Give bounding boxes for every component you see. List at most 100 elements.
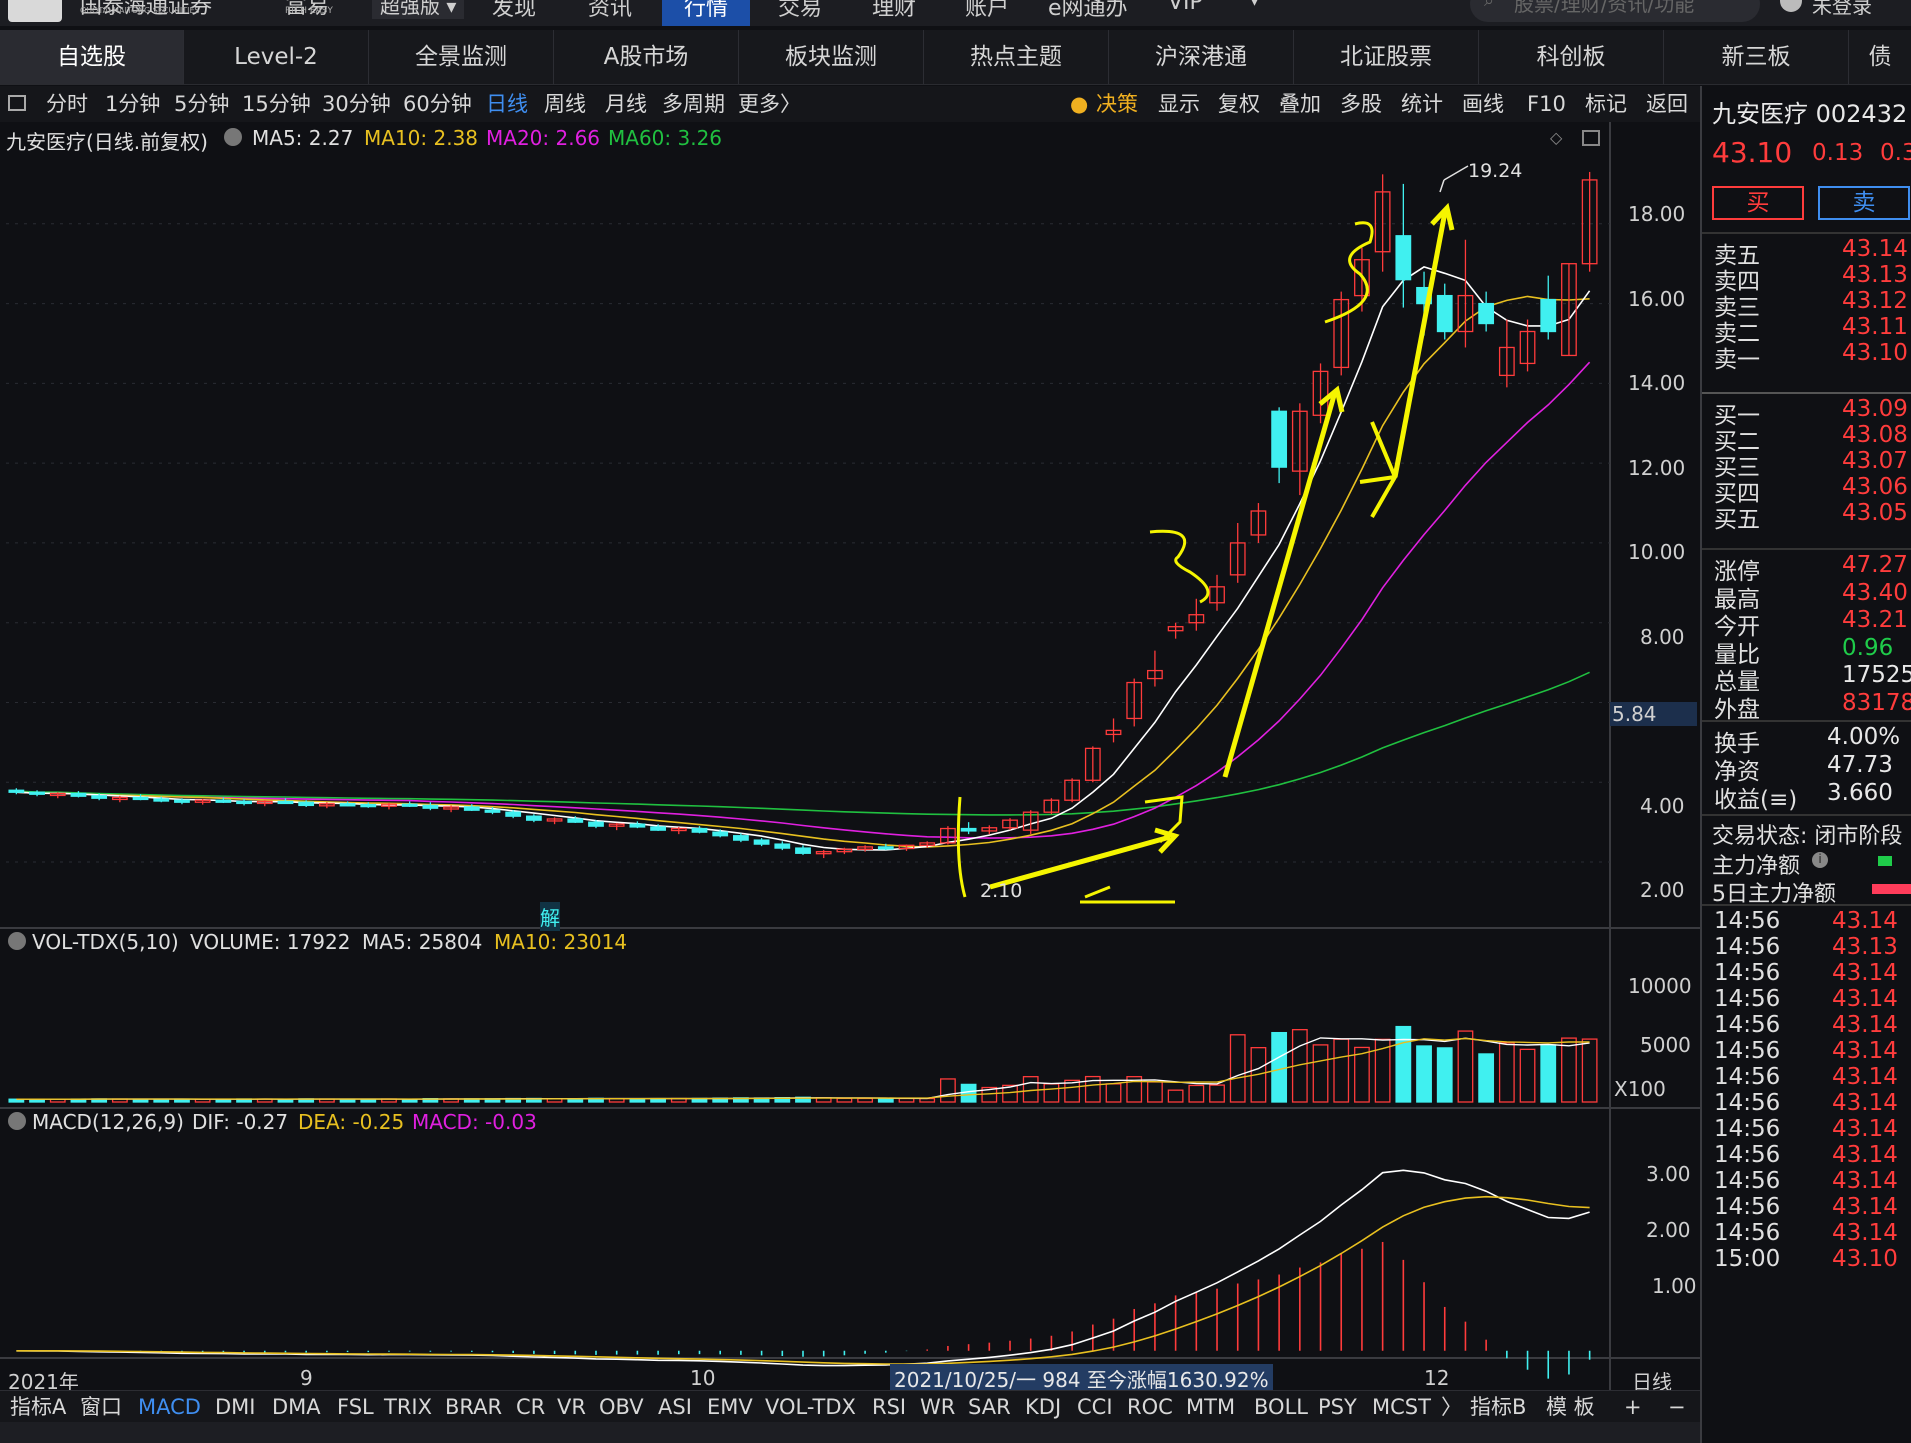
- period-timeshare[interactable]: 分时: [46, 86, 88, 122]
- unlock-marker[interactable]: 解: [540, 902, 560, 931]
- tab-star-market[interactable]: 科创板: [1479, 30, 1664, 84]
- tool-decision[interactable]: 决策: [1096, 86, 1138, 122]
- tool-overlay[interactable]: 叠加: [1279, 86, 1321, 122]
- indicator-dmi[interactable]: DMI: [215, 1391, 255, 1423]
- period-daily[interactable]: 日线: [486, 86, 528, 122]
- period-more[interactable]: 更多〉: [738, 86, 801, 122]
- indicator-dma[interactable]: DMA: [272, 1391, 321, 1423]
- mode-selector[interactable]: 超强版 ▾: [372, 0, 465, 19]
- tick-value: 43.14: [1832, 1090, 1898, 1116]
- tab-sector-monitor[interactable]: 板块监测: [739, 30, 924, 84]
- indicator-mtm[interactable]: MTM: [1186, 1391, 1235, 1423]
- period-15min[interactable]: 15分钟: [242, 86, 311, 122]
- indicator-rsi[interactable]: RSI: [872, 1391, 906, 1423]
- tool-mark[interactable]: 标记: [1585, 86, 1627, 122]
- tool-stats[interactable]: 统计: [1401, 86, 1443, 122]
- panel-toggle-icon[interactable]: [8, 95, 26, 111]
- tool-draw[interactable]: 画线: [1462, 86, 1504, 122]
- tick-label: 14:56: [1714, 1116, 1781, 1142]
- buy-button[interactable]: 买: [1712, 186, 1804, 220]
- nav-account[interactable]: 账户: [965, 0, 1009, 22]
- stat-row: 涨停 47.27: [1702, 552, 1911, 585]
- volume-bar: [1209, 1084, 1225, 1103]
- tick-value: 43.14: [1832, 1064, 1898, 1090]
- tool-display[interactable]: 显示: [1158, 86, 1200, 122]
- nav-more-icon[interactable]: ▾: [1250, 0, 1259, 11]
- candle-body: [960, 827, 977, 832]
- tab-a-shares[interactable]: A股市场: [554, 30, 739, 84]
- settings-icon[interactable]: [224, 128, 242, 146]
- indicator-asi[interactable]: ASI: [658, 1391, 692, 1423]
- indicator-vol-tdx[interactable]: VOL-TDX: [765, 1391, 856, 1423]
- period-30min[interactable]: 30分钟: [322, 86, 391, 122]
- tick-value: 43.14: [1832, 908, 1898, 934]
- kline-chart-svg[interactable]: [0, 122, 1700, 1392]
- indicator-sar[interactable]: SAR: [968, 1391, 1011, 1423]
- diamond-icon[interactable]: ◇: [1550, 128, 1562, 147]
- tick-value: 43.13: [1832, 934, 1898, 960]
- window-toggle-icon[interactable]: [1582, 130, 1600, 146]
- remove-window-button[interactable]: −: [1668, 1391, 1686, 1423]
- indicator-kdj[interactable]: KDJ: [1025, 1391, 1061, 1423]
- indicator-trix[interactable]: TRIX: [384, 1391, 432, 1423]
- template-menu[interactable]: 模 板: [1546, 1391, 1595, 1423]
- tab-level2[interactable]: Level-2: [184, 30, 369, 84]
- tab-bonds[interactable]: 债: [1849, 30, 1911, 84]
- tab-watchlist[interactable]: 自选股: [0, 30, 184, 84]
- tab-panorama[interactable]: 全景监测: [369, 30, 554, 84]
- main-net-5d-bar: [1872, 884, 1911, 894]
- nav-trade[interactable]: 交易: [778, 0, 822, 22]
- kline-chart-area[interactable]: 九安医疗(日线.前复权) MA5: 2.27 MA10: 2.38 MA20: …: [0, 122, 1700, 1394]
- tool-f10[interactable]: F10: [1527, 86, 1566, 122]
- sell-button[interactable]: 卖: [1818, 186, 1910, 220]
- indicator-cr[interactable]: CR: [516, 1391, 545, 1423]
- tab-neeq[interactable]: 新三板: [1664, 30, 1849, 84]
- indicator-b-menu[interactable]: 指标B: [1470, 1391, 1526, 1423]
- login-link[interactable]: 未登录: [1812, 0, 1872, 19]
- volume-settings-icon[interactable]: [8, 932, 26, 950]
- indicator-boll[interactable]: BOLL: [1254, 1391, 1308, 1423]
- price-change: 0.13: [1812, 140, 1864, 166]
- nav-news[interactable]: 资讯: [588, 0, 632, 22]
- indicator-a-menu[interactable]: 指标A: [10, 1391, 66, 1423]
- tool-multistock[interactable]: 多股: [1340, 86, 1382, 122]
- macd-settings-icon[interactable]: [8, 1112, 26, 1130]
- indicator-psy[interactable]: PSY: [1318, 1391, 1357, 1423]
- candle-body: [132, 796, 149, 801]
- tab-bse[interactable]: 北证股票: [1294, 30, 1479, 84]
- info-icon[interactable]: i: [1812, 852, 1828, 868]
- nav-discover[interactable]: 发现: [492, 0, 536, 22]
- indicator-mcst[interactable]: MCST: [1372, 1391, 1431, 1423]
- nav-enet[interactable]: e网通办: [1048, 0, 1128, 22]
- indicator-wr[interactable]: WR: [920, 1391, 955, 1423]
- volume-ma5-line: [16, 1037, 1590, 1100]
- tool-back[interactable]: 返回: [1646, 86, 1688, 122]
- period-60min[interactable]: 60分钟: [403, 86, 472, 122]
- tab-hot-topics[interactable]: 热点主题: [924, 30, 1109, 84]
- period-monthly[interactable]: 月线: [605, 86, 647, 122]
- period-5min[interactable]: 5分钟: [174, 86, 229, 122]
- indicator-vr[interactable]: VR: [557, 1391, 586, 1423]
- indicator-more-icon[interactable]: 〉: [1441, 1391, 1462, 1423]
- indicator-obv[interactable]: OBV: [599, 1391, 644, 1423]
- period-multi[interactable]: 多周期: [662, 86, 725, 122]
- user-avatar-icon[interactable]: [1780, 0, 1802, 12]
- tab-connect[interactable]: 沪深港通: [1109, 30, 1294, 84]
- period-1min[interactable]: 1分钟: [105, 86, 160, 122]
- nav-market[interactable]: 行情: [662, 0, 751, 26]
- high-price-label: 19.24: [1468, 160, 1523, 182]
- indicator-cci[interactable]: CCI: [1077, 1391, 1113, 1423]
- indicator-emv[interactable]: EMV: [707, 1391, 753, 1423]
- indicator-fsl[interactable]: FSL: [337, 1391, 374, 1423]
- period-weekly[interactable]: 周线: [544, 86, 586, 122]
- indicator-macd[interactable]: MACD: [138, 1391, 201, 1423]
- search-input[interactable]: 股票/理财/资讯/功能: [1470, 0, 1760, 22]
- nav-finance[interactable]: 理财: [872, 0, 916, 22]
- tool-adjust[interactable]: 复权: [1218, 86, 1260, 122]
- indicator-roc[interactable]: ROC: [1127, 1391, 1173, 1423]
- candle-body: [774, 843, 791, 849]
- indicator-window[interactable]: 窗口: [80, 1391, 122, 1423]
- indicator-brar[interactable]: BRAR: [445, 1391, 502, 1423]
- nav-vip[interactable]: VIP: [1168, 0, 1203, 15]
- add-window-button[interactable]: +: [1624, 1391, 1642, 1423]
